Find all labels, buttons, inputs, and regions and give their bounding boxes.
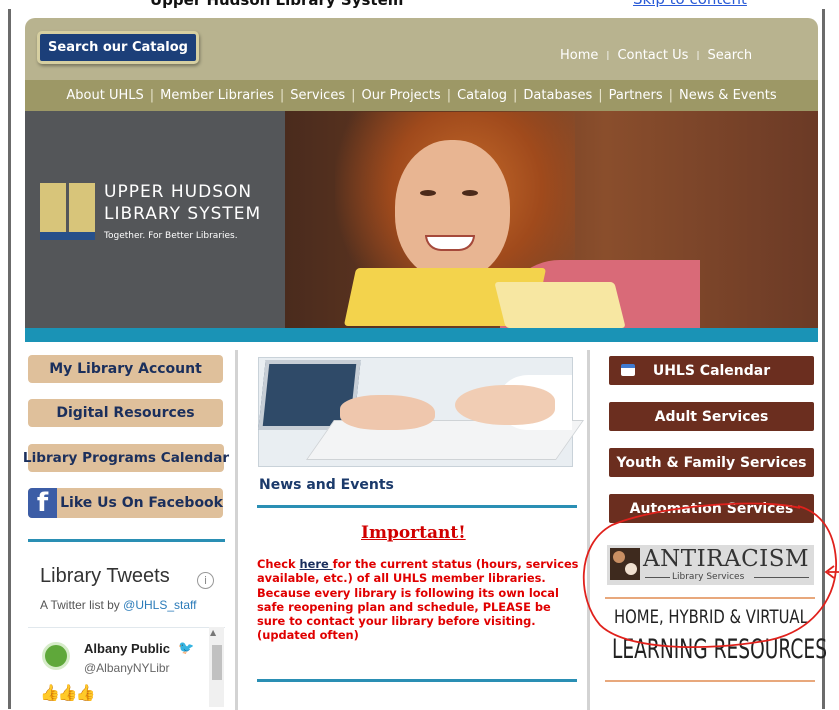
antiracism-logo — [610, 548, 640, 580]
photo-book-page-shape — [494, 282, 626, 328]
left-divider — [28, 539, 225, 542]
twitter-bird-icon: 🐦 — [178, 641, 195, 656]
antiracism-title: ANTIRACISM — [643, 546, 810, 572]
facebook-icon: f — [28, 488, 58, 518]
uhls-calendar-button[interactable]: UHLS Calendar — [609, 356, 814, 385]
notice-prefix: Check — [257, 557, 300, 571]
nav-databases[interactable]: Databases — [517, 88, 598, 103]
uhls-logo-bar — [40, 232, 95, 240]
uhls-logo-block — [40, 183, 66, 239]
middle-divider — [257, 505, 577, 508]
banner-accent-strip — [25, 328, 818, 342]
notice-here-link[interactable]: here — [300, 557, 333, 571]
nav-partners[interactable]: Partners — [603, 88, 669, 103]
nav-our-projects[interactable]: Our Projects — [356, 88, 447, 103]
like-us-facebook-button[interactable]: f Like Us On Facebook — [28, 488, 223, 518]
antiracism-rule — [754, 577, 809, 578]
uhls-calendar-label: UHLS Calendar — [652, 362, 771, 379]
header-separator: | — [606, 50, 610, 61]
tweet-scrollbar-thumb[interactable] — [212, 645, 222, 680]
avatar[interactable] — [42, 642, 70, 670]
contact-us-link[interactable]: Contact Us — [617, 48, 688, 63]
home-hybrid-line2[interactable]: LEARNING RESOURCES — [612, 634, 827, 665]
nav-news-events[interactable]: News & Events — [673, 88, 783, 103]
column-divider — [587, 350, 590, 710]
home-hybrid-line1[interactable]: HOME, HYBRID & VIRTUAL — [614, 606, 808, 628]
important-heading[interactable]: Important! — [361, 523, 466, 543]
nav-catalog[interactable]: Catalog — [451, 88, 513, 103]
adult-services-button[interactable]: Adult Services — [609, 402, 814, 431]
nav-member-libraries[interactable]: Member Libraries — [154, 88, 280, 103]
logo-tagline: Together. For Better Libraries. — [104, 231, 238, 241]
twitter-list-caption: A Twitter list by @UHLS_staff — [40, 598, 196, 612]
top-cut-link[interactable]: Skip to content — [633, 0, 747, 8]
caption-prefix: A Twitter list by — [40, 598, 124, 612]
photo-face-shape — [395, 140, 510, 280]
header-separator: | — [696, 50, 700, 61]
right-divider — [605, 597, 815, 599]
right-divider — [605, 680, 815, 682]
photo-eye-shape — [420, 190, 436, 196]
antiracism-rule — [645, 577, 670, 578]
digital-resources-button[interactable]: Digital Resources — [28, 399, 223, 427]
uhls-logo-block — [69, 183, 95, 239]
tweet-author-handle[interactable]: @AlbanyNYLibr — [84, 661, 170, 675]
calendar-icon — [621, 364, 635, 376]
photo-hand-shape — [340, 395, 435, 430]
tweet-text: 👍👍👍 — [40, 683, 96, 702]
automation-services-button[interactable]: Automation Services — [609, 494, 814, 523]
facebook-label: Like Us On Facebook — [60, 495, 223, 511]
middle-divider — [257, 679, 577, 682]
search-catalog-button[interactable]: Search our Catalog — [37, 31, 199, 64]
tweet-author-name[interactable]: Albany Public — [84, 641, 170, 656]
annotation-arrow — [824, 565, 839, 579]
photo-eye-shape — [462, 190, 478, 196]
header-links: Home | Contact Us | Search — [560, 48, 752, 63]
logo-title-line2: LIBRARY SYSTEM — [104, 204, 262, 224]
uhls-staff-link[interactable]: @UHLS_staff — [123, 598, 196, 612]
news-events-heading[interactable]: News and Events — [259, 477, 394, 493]
status-notice: Check here for the current status (hours… — [257, 557, 579, 643]
library-tweets-title: Library Tweets — [40, 565, 170, 587]
search-link[interactable]: Search — [707, 48, 752, 63]
home-link[interactable]: Home — [560, 48, 598, 63]
page-frame: Upper Hudson Library System Skip to cont… — [0, 0, 839, 710]
column-divider — [235, 350, 238, 710]
antiracism-subtitle: Library Services — [672, 572, 745, 582]
youth-family-services-button[interactable]: Youth & Family Services — [609, 448, 814, 477]
my-library-account-button[interactable]: My Library Account — [28, 355, 223, 383]
library-programs-calendar-button[interactable]: Library Programs Calendar — [23, 444, 229, 472]
nav-about-uhls[interactable]: About UHLS — [60, 88, 149, 103]
scroll-up-arrow-icon[interactable]: ▲ — [210, 628, 216, 637]
info-icon[interactable]: i — [197, 572, 214, 589]
nav-services[interactable]: Services — [284, 88, 351, 103]
top-cut-text: Upper Hudson Library System — [150, 0, 404, 9]
photo-hand-shape — [455, 385, 555, 425]
logo-title-line1: UPPER HUDSON — [104, 182, 253, 202]
main-nav: About UHLS | Member Libraries | Services | … — [25, 80, 818, 111]
